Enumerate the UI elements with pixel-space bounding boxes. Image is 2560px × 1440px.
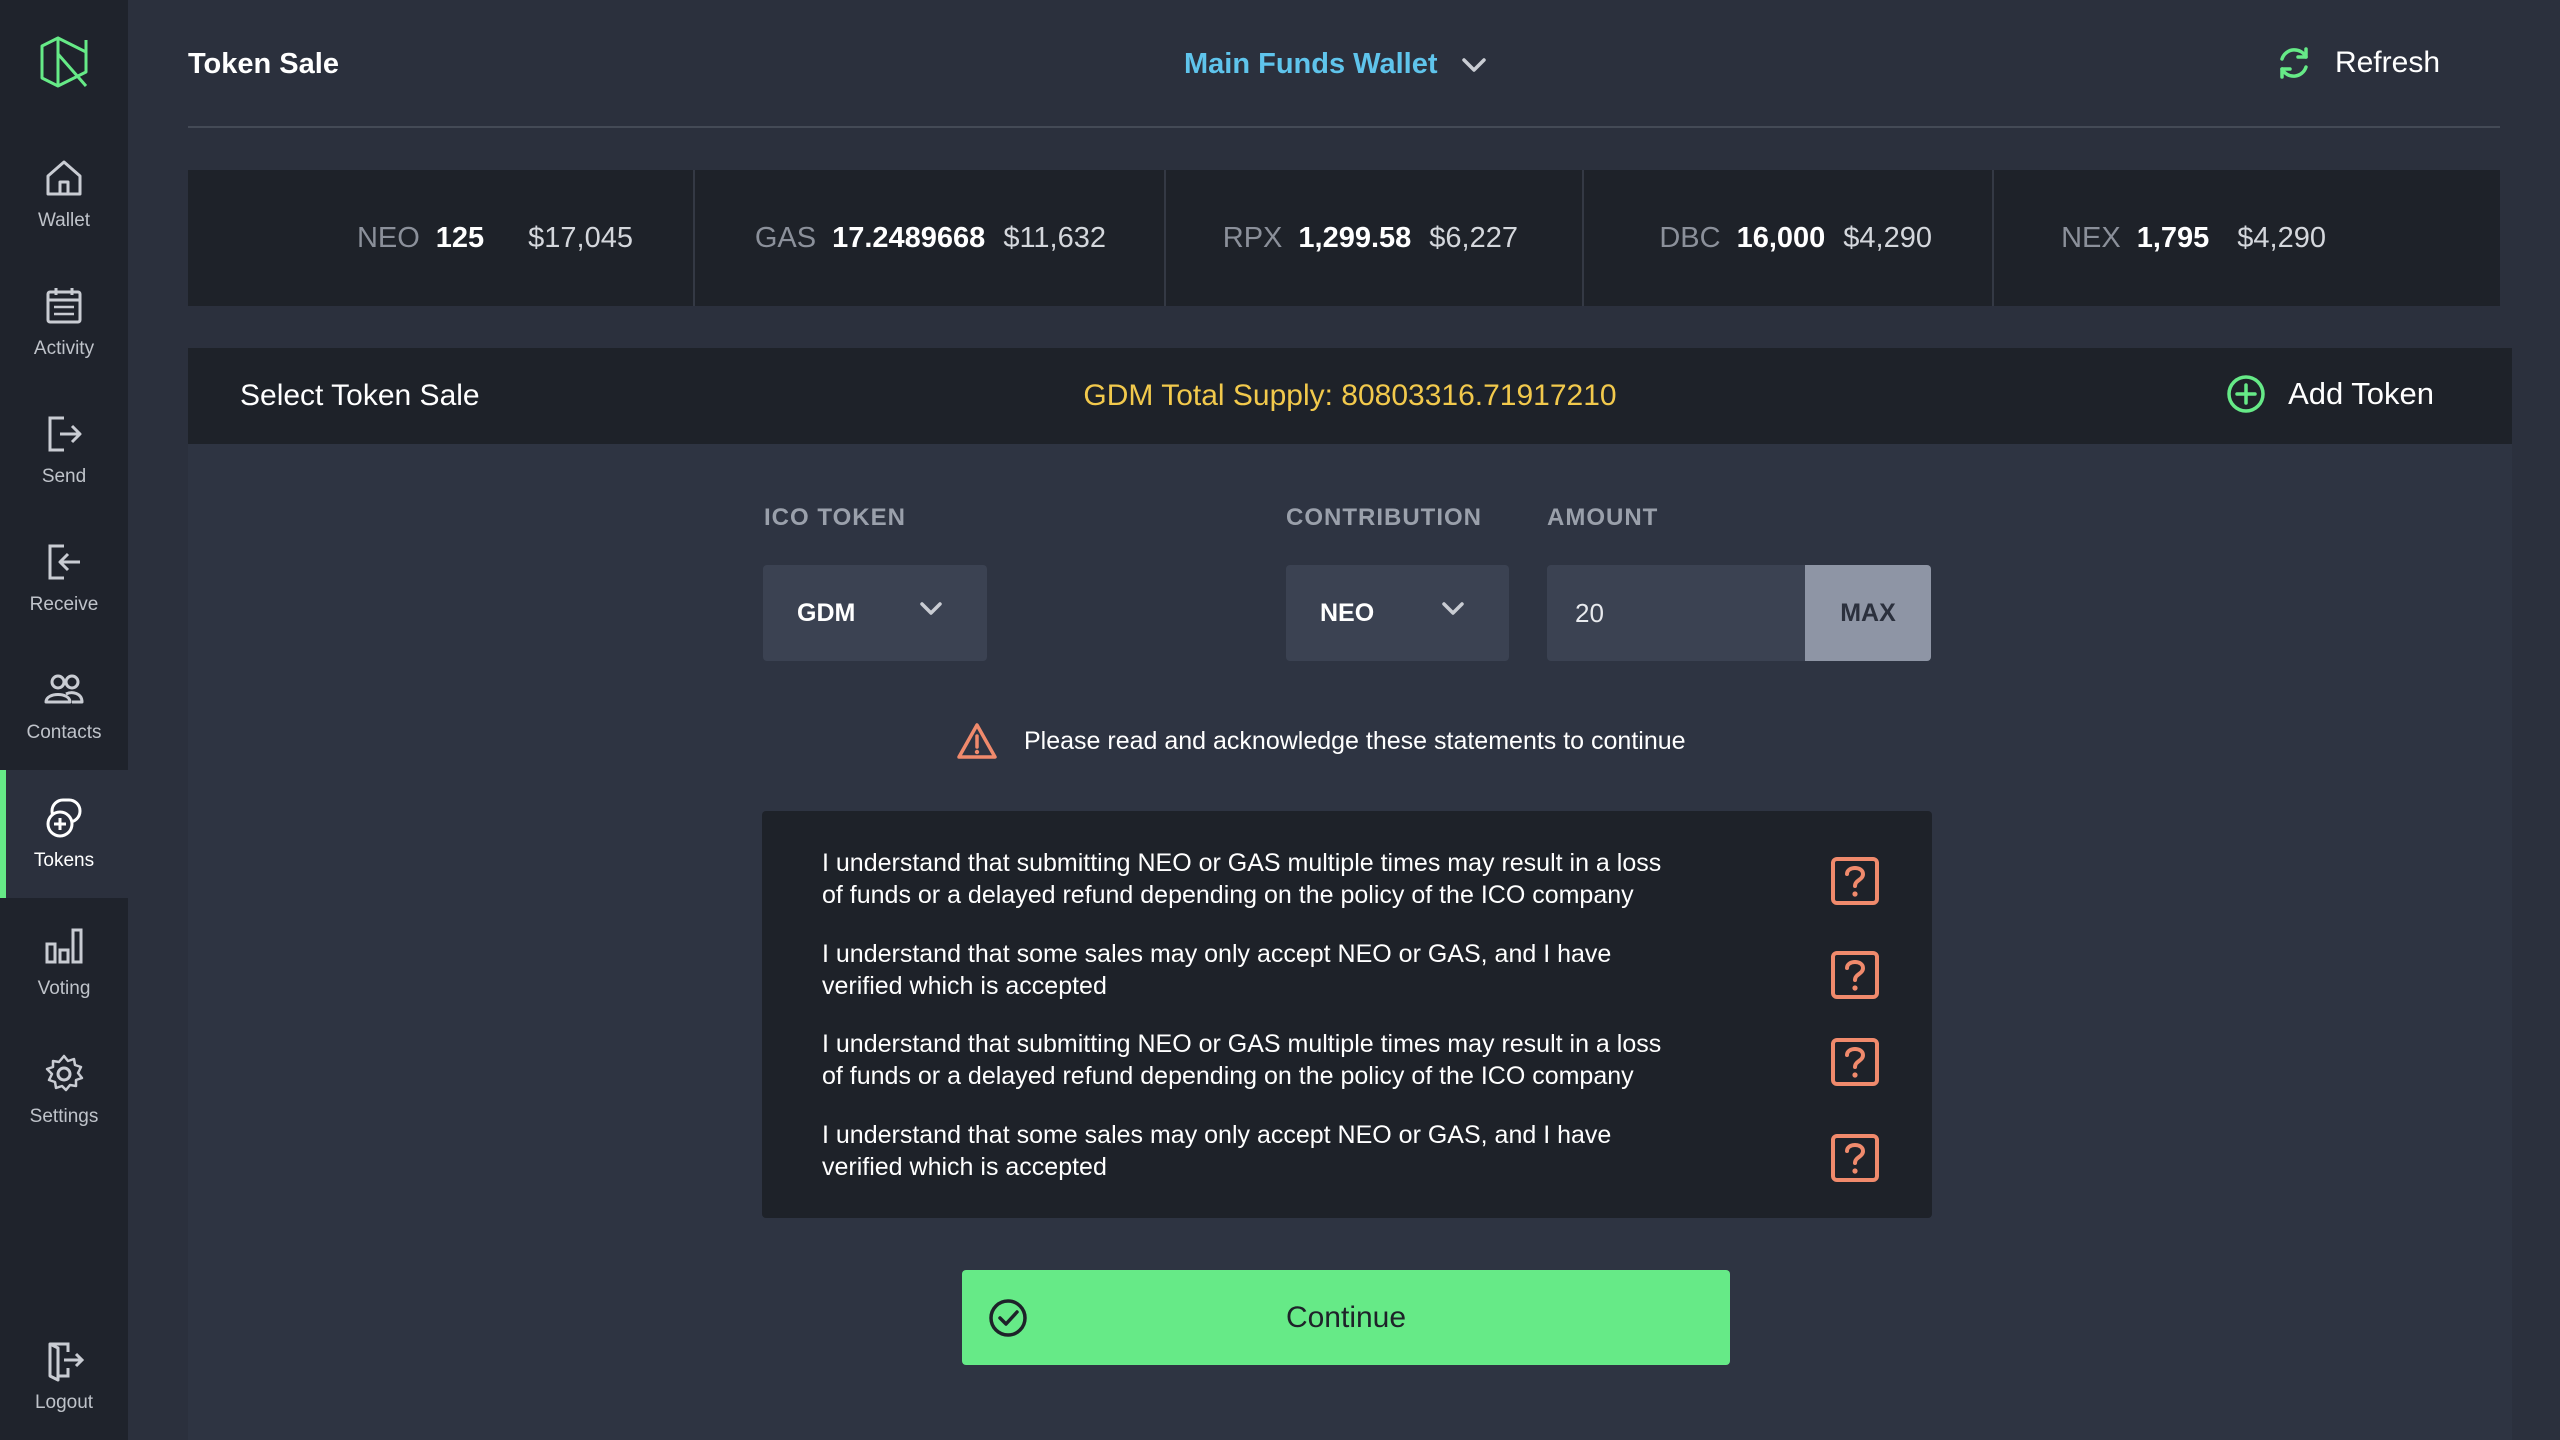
balance-usd: $11,632 — [1003, 221, 1106, 254]
token-sale-panel-header: Select Token Sale GDM Total Supply: 8080… — [188, 348, 2512, 444]
acknowledgement-statements: I understand that submitting NEO or GAS … — [762, 811, 1932, 1218]
amount-label: AMOUNT — [1547, 504, 1659, 531]
statement-text: I understand that submitting NEO or GAS … — [822, 1028, 1762, 1092]
ico-token-value: GDM — [797, 598, 856, 627]
help-icon[interactable] — [1830, 1037, 1880, 1087]
bar-chart-icon — [45, 928, 83, 964]
gear-icon — [45, 1054, 84, 1092]
wallet-selector[interactable]: Main Funds Wallet — [1184, 48, 1487, 81]
logout-icon — [48, 1342, 85, 1382]
balance-symbol: DBC — [1659, 221, 1721, 254]
balance-symbol: NEO — [356, 221, 420, 254]
statement-line: of funds or a delayed refund depending o… — [822, 1062, 1634, 1090]
balance-usd: $4,290 — [1843, 221, 1932, 254]
balance-amount: 1,299.58 — [1298, 221, 1412, 254]
check-circle-icon — [989, 1299, 1027, 1337]
sidebar-item-voting[interactable]: Voting — [0, 898, 128, 1026]
help-icon[interactable] — [1830, 856, 1880, 906]
add-circle-icon — [2227, 375, 2265, 413]
balance-dbc: DBC 16,000 $4,290 — [1584, 170, 1994, 306]
token-balances-bar: NEO 125 $17,045 GAS 17.2489668 $11,632 R… — [188, 170, 2500, 306]
statement-line: I understand that some sales may only ac… — [822, 940, 1612, 968]
balance-amount: 125 — [435, 221, 485, 254]
add-token-label: Add Token — [2288, 376, 2434, 411]
panel-title: Select Token Sale — [240, 379, 480, 412]
statement-line: verified which is accepted — [822, 1153, 1107, 1181]
balance-usd: $17,045 — [528, 221, 633, 254]
balance-neo: NEO 125 $17,045 — [188, 170, 695, 306]
contacts-icon — [44, 674, 84, 704]
sidebar-item-label: Receive — [29, 594, 99, 615]
sidebar-item-label: Tokens — [33, 850, 95, 871]
balance-symbol: RPX — [1222, 221, 1283, 254]
balance-usd: $4,290 — [2237, 221, 2326, 254]
chevron-down-icon — [1442, 602, 1464, 615]
ico-token-select[interactable]: GDM — [763, 565, 987, 661]
balance-amount: 17.2489668 — [832, 221, 986, 254]
page-title: Token Sale — [188, 48, 339, 80]
balance-rpx: RPX 1,299.58 $6,227 — [1166, 170, 1584, 306]
receive-icon — [48, 544, 80, 580]
balance-symbol: GAS — [754, 221, 817, 254]
sidebar-item-tokens[interactable]: Tokens — [0, 770, 128, 898]
amount-input[interactable] — [1547, 565, 1805, 661]
contribution-value: NEO — [1320, 598, 1375, 627]
contribution-select[interactable]: NEO — [1286, 565, 1509, 661]
refresh-label: Refresh — [2334, 46, 2440, 79]
total-supply-text: GDM Total Supply: 80803316.71917210 — [1083, 379, 1617, 412]
calendar-icon — [46, 288, 82, 324]
acknowledge-warning: Please read and acknowledge these statem… — [956, 722, 1686, 760]
balance-symbol: NEX — [2061, 221, 2121, 254]
wallet-name: Main Funds Wallet — [1184, 48, 1438, 80]
sidebar-item-label: Voting — [37, 978, 91, 999]
top-header: Token Sale Main Funds Wallet Refresh — [188, 0, 2500, 128]
balance-gas: GAS 17.2489668 $11,632 — [695, 170, 1166, 306]
ico-token-label: ICO TOKEN — [764, 504, 906, 531]
sidebar-item-label: Activity — [33, 338, 95, 359]
statement-line: of funds or a delayed refund depending o… — [822, 881, 1634, 909]
max-button[interactable]: MAX — [1805, 565, 1931, 661]
statement-line: verified which is accepted — [822, 972, 1107, 1000]
send-icon — [48, 416, 82, 452]
sidebar-item-label: Logout — [34, 1392, 94, 1413]
statement-line: I understand that submitting NEO or GAS … — [822, 849, 1662, 877]
balance-amount: 16,000 — [1736, 221, 1826, 254]
warning-icon — [957, 723, 997, 759]
statement-line: I understand that some sales may only ac… — [822, 1121, 1612, 1149]
chevron-down-icon — [1462, 57, 1487, 72]
continue-button[interactable]: Continue — [962, 1270, 1730, 1365]
sidebar-item-label: Send — [41, 466, 87, 487]
continue-label: Continue — [1285, 1300, 1407, 1334]
sidebar-item-receive[interactable]: Receive — [0, 514, 128, 642]
sidebar-item-activity[interactable]: Activity — [0, 258, 128, 386]
statement-text: I understand that some sales may only ac… — [822, 938, 1762, 1002]
statement-line: I understand that submitting NEO or GAS … — [822, 1030, 1662, 1058]
refresh-icon — [2280, 47, 2308, 79]
warning-text: Please read and acknowledge these statem… — [1024, 726, 1686, 755]
contribution-label: CONTRIBUTION — [1286, 504, 1482, 531]
sidebar-item-label: Settings — [29, 1106, 99, 1127]
balance-amount: 1,795 — [2136, 221, 2210, 254]
sidebar-item-label: Wallet — [37, 210, 91, 231]
balance-nex: NEX 1,795 $4,290 — [1994, 170, 2500, 306]
chevron-down-icon — [920, 602, 942, 615]
statement-text: I understand that submitting NEO or GAS … — [822, 847, 1762, 911]
home-icon — [46, 160, 82, 196]
neon-logo-icon[interactable] — [36, 34, 92, 92]
sidebar: Wallet Activity Send Receive Contacts To… — [0, 0, 128, 1440]
sidebar-item-send[interactable]: Send — [0, 386, 128, 514]
sidebar-item-settings[interactable]: Settings — [0, 1026, 128, 1154]
sidebar-item-contacts[interactable]: Contacts — [0, 642, 128, 770]
logout-button[interactable]: Logout — [0, 1312, 128, 1440]
add-token-button[interactable]: Add Token — [2226, 374, 2434, 414]
sidebar-item-label: Contacts — [26, 722, 102, 743]
refresh-button[interactable]: Refresh — [2275, 44, 2440, 82]
sidebar-item-wallet[interactable]: Wallet — [0, 130, 128, 258]
help-icon[interactable] — [1830, 1133, 1880, 1183]
tokens-icon — [46, 798, 82, 838]
statement-text: I understand that some sales may only ac… — [822, 1119, 1762, 1183]
balance-usd: $6,227 — [1429, 221, 1518, 254]
help-icon[interactable] — [1830, 950, 1880, 1000]
